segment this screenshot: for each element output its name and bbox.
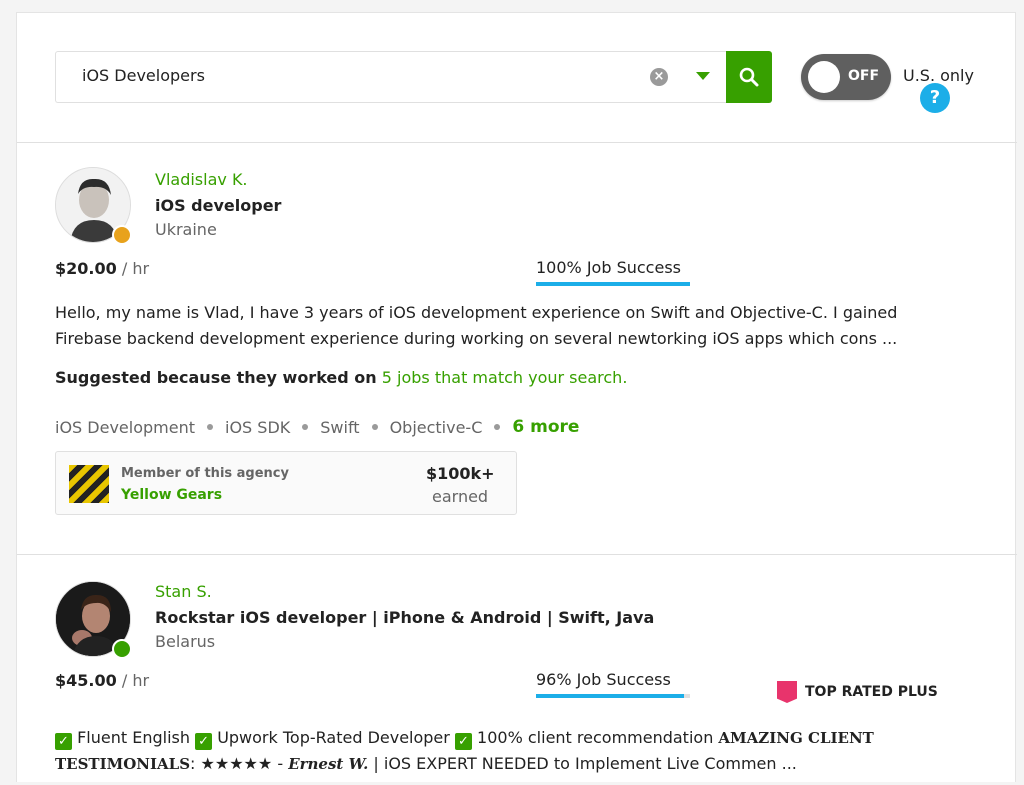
separator-dot	[302, 424, 309, 430]
rate-value: $20.00	[55, 259, 117, 278]
skill-tag[interactable]: iOS Development	[55, 418, 195, 437]
top-rated-label: TOP RATED PLUS	[805, 684, 938, 700]
agency-box[interactable]: Member of this agency Yellow Gears $100k…	[55, 451, 517, 515]
job-success-label: 100% Job Success	[536, 258, 681, 277]
search-button[interactable]	[726, 51, 772, 103]
suggested-reason: Suggested because they worked on 5 jobs …	[55, 368, 627, 387]
freelancer-country: Belarus	[155, 632, 216, 651]
status-dot	[112, 225, 132, 245]
job-success-fill	[536, 282, 690, 286]
description-text: : ★★★★★ -	[190, 754, 284, 773]
description-text: 100% client recommendation	[477, 728, 714, 747]
toggle-knob	[808, 61, 840, 93]
matching-jobs-link[interactable]: 5 jobs that match your search.	[382, 368, 628, 387]
freelancer-card[interactable]: Vladislav K. iOS developer Ukraine $20.0…	[17, 143, 1017, 555]
description-text: Fluent English	[77, 728, 190, 747]
agency-earned-label: earned	[432, 487, 489, 506]
results-panel: × OFF U.S. only ? Vladislav K. i	[16, 12, 1017, 785]
separator-dot	[371, 424, 378, 430]
separator-dot	[494, 424, 501, 430]
search-header: × OFF U.S. only ?	[17, 13, 1017, 143]
hourly-rate: $45.00 / hr	[55, 671, 149, 690]
description-text: TESTIMONIALS	[55, 755, 191, 773]
agency-logo	[69, 465, 109, 503]
clear-icon[interactable]: ×	[650, 68, 668, 86]
job-success-fill	[536, 694, 684, 698]
check-icon: ✓	[195, 733, 213, 750]
description-text: AMAZING CLIENT	[718, 729, 874, 747]
us-only-toggle[interactable]: OFF	[801, 54, 891, 100]
separator-dot	[207, 424, 213, 430]
chevron-down-icon[interactable]	[696, 72, 710, 80]
top-rated-icon	[777, 681, 797, 703]
agency-earned-value: $100k+	[426, 464, 495, 483]
top-rated-badge: TOP RATED PLUS	[777, 681, 938, 703]
freelancer-name[interactable]: Stan S.	[155, 582, 212, 601]
skill-tag[interactable]: Objective-C	[390, 418, 483, 437]
job-success-bar	[536, 282, 690, 286]
us-only-label: U.S. only	[903, 66, 974, 85]
check-icon: ✓	[55, 733, 72, 750]
agency-member-label: Member of this agency	[121, 466, 289, 481]
freelancer-name[interactable]: Vladislav K.	[155, 170, 248, 189]
rate-unit: / hr	[121, 259, 150, 278]
description-text: | iOS EXPERT NEEDED to Implement Live Co…	[373, 754, 797, 773]
suggested-prefix: Suggested because they worked on	[55, 368, 377, 387]
job-success-label: 96% Job Success	[536, 670, 671, 689]
skills-list: iOS Development iOS SDK Swift Objective-…	[55, 417, 579, 437]
search-icon	[739, 67, 759, 87]
freelancer-title: iOS developer	[155, 196, 282, 215]
description-line: Firebase backend development experience …	[55, 329, 898, 348]
skill-tag[interactable]: Swift	[320, 418, 359, 437]
check-icon: ✓	[454, 733, 472, 750]
freelancer-description: ✓ Fluent English ✓ Upwork Top-Rated Deve…	[55, 725, 975, 777]
agency-name[interactable]: Yellow Gears	[121, 487, 222, 503]
status-dot	[112, 639, 132, 659]
help-icon[interactable]: ?	[920, 83, 950, 113]
freelancer-country: Ukraine	[155, 220, 217, 239]
description-text: Ernest W.	[288, 755, 369, 773]
freelancer-card[interactable]: Stan S. Rockstar iOS developer | iPhone …	[17, 555, 1017, 785]
toggle-label: OFF	[848, 68, 880, 84]
rate-unit: / hr	[121, 671, 150, 690]
skill-tag[interactable]: iOS SDK	[225, 418, 290, 437]
description-text: Upwork Top-Rated Developer	[217, 728, 450, 747]
description-line: Hello, my name is Vlad, I have 3 years o…	[55, 303, 898, 322]
hourly-rate: $20.00 / hr	[55, 259, 149, 278]
job-success-bar	[536, 694, 690, 698]
freelancer-description: Hello, my name is Vlad, I have 3 years o…	[55, 300, 975, 352]
rate-value: $45.00	[55, 671, 117, 690]
freelancer-title: Rockstar iOS developer | iPhone & Androi…	[155, 608, 655, 627]
more-skills-link[interactable]: 6 more	[512, 417, 579, 437]
search-box[interactable]: ×	[55, 51, 727, 103]
search-input[interactable]	[82, 66, 622, 85]
